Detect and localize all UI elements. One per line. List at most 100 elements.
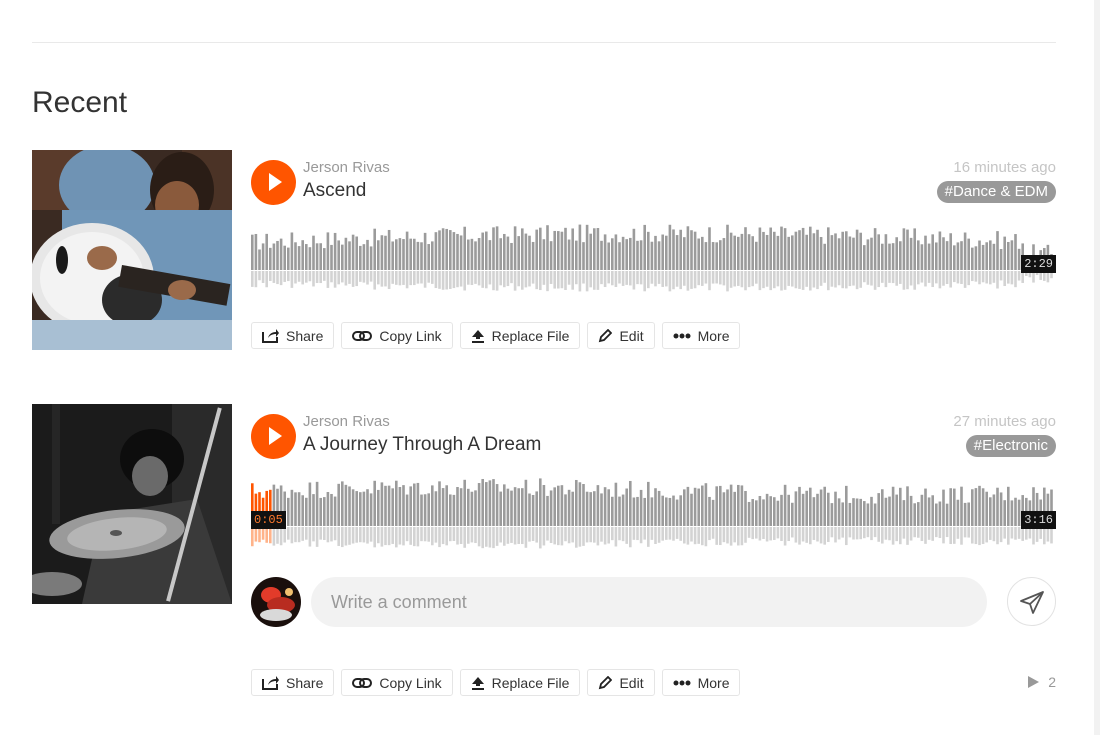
- waveform-bar: [431, 485, 434, 526]
- track-artwork-drummer[interactable]: [32, 404, 232, 604]
- replace-file-button[interactable]: Replace File: [459, 669, 581, 696]
- waveform-bar: [776, 500, 780, 526]
- waveform-bar: [974, 246, 978, 270]
- waveform-bar: [978, 240, 981, 270]
- waveform-reflection-bar: [675, 527, 679, 539]
- track-time-ago: 16 minutes ago: [953, 159, 1056, 176]
- waveform-reflection-bar: [420, 271, 423, 284]
- waveform-reflection-bar: [503, 271, 506, 288]
- waveform-reflection-bar: [657, 527, 661, 543]
- waveform-bar: [341, 244, 344, 270]
- waveform-bar: [391, 241, 394, 270]
- waveform-reflection-bar: [751, 271, 754, 287]
- waveform-reflection-bar: [441, 527, 445, 545]
- copy-link-button[interactable]: Copy Link: [341, 322, 453, 349]
- genre-tag[interactable]: #Dance & EDM: [936, 181, 1056, 203]
- waveform-reflection-bar: [387, 271, 391, 290]
- waveform-bar: [657, 241, 661, 270]
- waveform-reflection-bar: [560, 527, 564, 546]
- waveform-bar: [524, 233, 528, 270]
- waveform-reflection-bar: [474, 527, 477, 544]
- waveform[interactable]: 0:05 3:16: [251, 476, 1056, 551]
- waveform-reflection-bar: [510, 271, 513, 284]
- edit-button[interactable]: Edit: [587, 669, 655, 696]
- waveform-reflection-bar: [992, 527, 996, 542]
- scrollbar-track[interactable]: [1094, 0, 1100, 735]
- waveform-reflection-bar: [715, 527, 718, 545]
- waveform-bar: [949, 488, 952, 526]
- track-artist[interactable]: Jerson Rivas: [303, 159, 390, 176]
- track-title[interactable]: A Journey Through A Dream: [303, 434, 541, 456]
- waveform-reflection-bar: [283, 527, 286, 543]
- waveform-bar: [373, 480, 376, 526]
- waveform-bar: [837, 498, 841, 526]
- waveform-reflection-bar: [909, 527, 913, 541]
- waveform-reflection-bar: [956, 271, 960, 284]
- waveform-reflection-bar: [499, 527, 502, 543]
- waveform-reflection-bar: [1010, 271, 1014, 285]
- waveform-bar: [765, 234, 769, 270]
- waveform-reflection-bar: [834, 527, 837, 543]
- share-button[interactable]: Share: [251, 669, 335, 696]
- waveform-reflection-bar: [801, 271, 805, 290]
- waveform-bar: [1014, 234, 1017, 270]
- copy-link-button[interactable]: Copy Link: [341, 669, 453, 696]
- waveform-bar: [621, 494, 625, 526]
- waveform-reflection-bar: [992, 271, 996, 283]
- waveform-bar: [747, 234, 751, 270]
- waveform-reflection-bar: [931, 527, 934, 541]
- waveform-reflection-bar: [697, 527, 700, 544]
- waveform-bar: [463, 226, 466, 270]
- send-comment-button[interactable]: [1007, 577, 1056, 626]
- track-artwork-guitarist[interactable]: [32, 150, 232, 350]
- replace-file-label: Replace File: [491, 674, 570, 691]
- waveform-reflection-bar: [931, 271, 934, 288]
- waveform-reflection-bar: [686, 527, 690, 545]
- waveform-reflection-bar: [686, 271, 690, 291]
- waveform-bar: [690, 230, 693, 270]
- waveform-bar: [618, 496, 621, 526]
- waveform-reflection-bar: [974, 527, 978, 545]
- waveform-bar: [650, 497, 654, 526]
- waveform-bar: [1017, 248, 1021, 270]
- waveform-bar: [513, 487, 517, 526]
- waveform-reflection-bar: [1043, 527, 1046, 545]
- waveform-reflection-bar: [639, 271, 643, 285]
- waveform-reflection-bar: [279, 527, 283, 546]
- edit-button[interactable]: Edit: [587, 322, 655, 349]
- waveform[interactable]: 2:29: [251, 220, 1056, 295]
- track-artist[interactable]: Jerson Rivas: [303, 413, 390, 430]
- waveform-reflection-bar: [873, 271, 877, 290]
- waveform-reflection-bar: [863, 527, 866, 539]
- waveform-bar: [326, 492, 330, 526]
- play-button[interactable]: [251, 414, 296, 459]
- waveform-reflection-bar: [531, 527, 535, 541]
- genre-tag[interactable]: #Electronic: [965, 435, 1056, 457]
- waveform-bar: [251, 234, 254, 270]
- more-button[interactable]: More: [661, 669, 741, 696]
- more-button[interactable]: More: [661, 322, 741, 349]
- waveform-bar: [344, 237, 348, 270]
- waveform-reflection-bar: [647, 271, 650, 289]
- replace-file-button[interactable]: Replace File: [459, 322, 581, 349]
- share-button[interactable]: Share: [251, 322, 335, 349]
- track-title[interactable]: Ascend: [303, 180, 366, 202]
- waveform-bar: [780, 494, 783, 526]
- play-button[interactable]: [251, 160, 296, 205]
- waveform-reflection-bar: [355, 527, 358, 543]
- waveform-bar: [996, 231, 999, 270]
- waveform-bar: [593, 228, 596, 270]
- waveform-reflection-bar: [1003, 527, 1006, 539]
- comment-input[interactable]: [311, 577, 987, 627]
- waveform-bar: [571, 491, 574, 526]
- waveform-reflection-bar: [492, 527, 495, 549]
- waveform-bar: [935, 242, 938, 270]
- waveform-reflection-bar: [546, 527, 549, 541]
- waveform-reflection-bar: [953, 527, 956, 544]
- waveform-reflection-bar: [575, 271, 578, 285]
- waveform-reflection-bar: [344, 271, 348, 286]
- waveform-bar: [783, 228, 787, 270]
- waveform-bar: [708, 496, 711, 526]
- waveform-reflection-bar: [913, 527, 916, 538]
- waveform-bar: [740, 233, 744, 270]
